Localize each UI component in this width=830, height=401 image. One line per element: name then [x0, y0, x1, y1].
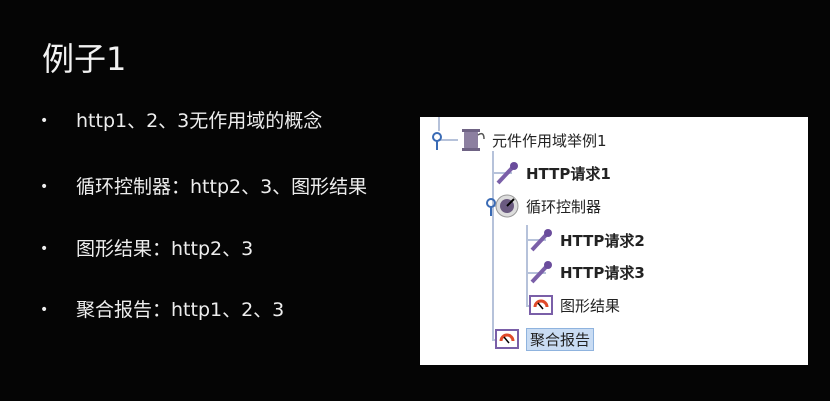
tree-item-graph-results[interactable]: 图形结果: [528, 292, 620, 318]
tree-item-http-request-2[interactable]: HTTP请求2: [528, 227, 645, 253]
sampler-pipette-icon: [530, 229, 552, 252]
tree-item-thread-group[interactable]: 元件作用域举例1: [460, 127, 607, 153]
listener-gauge-icon: [529, 295, 553, 315]
thread-group-icon: [462, 129, 485, 151]
loop-controller-icon: [495, 194, 519, 218]
tree-item-loop-controller[interactable]: 循环控制器: [494, 193, 601, 219]
sampler-pipette-icon: [496, 162, 518, 185]
tree-item-http-request-1[interactable]: HTTP请求1: [494, 160, 611, 186]
expand-handle-icon[interactable]: [432, 131, 446, 151]
sampler-pipette-icon: [530, 261, 552, 284]
tree-screenshot: 元件作用域举例1 HTTP请求1 循环控制器 HTTP请求2 HTTP请求3 图…: [420, 117, 808, 365]
listener-gauge-icon: [495, 329, 519, 349]
tree-item-http-request-3[interactable]: HTTP请求3: [528, 259, 645, 285]
slide-title: 例子1: [42, 40, 127, 78]
tree-item-aggregate-report[interactable]: 聚合报告: [494, 326, 595, 352]
